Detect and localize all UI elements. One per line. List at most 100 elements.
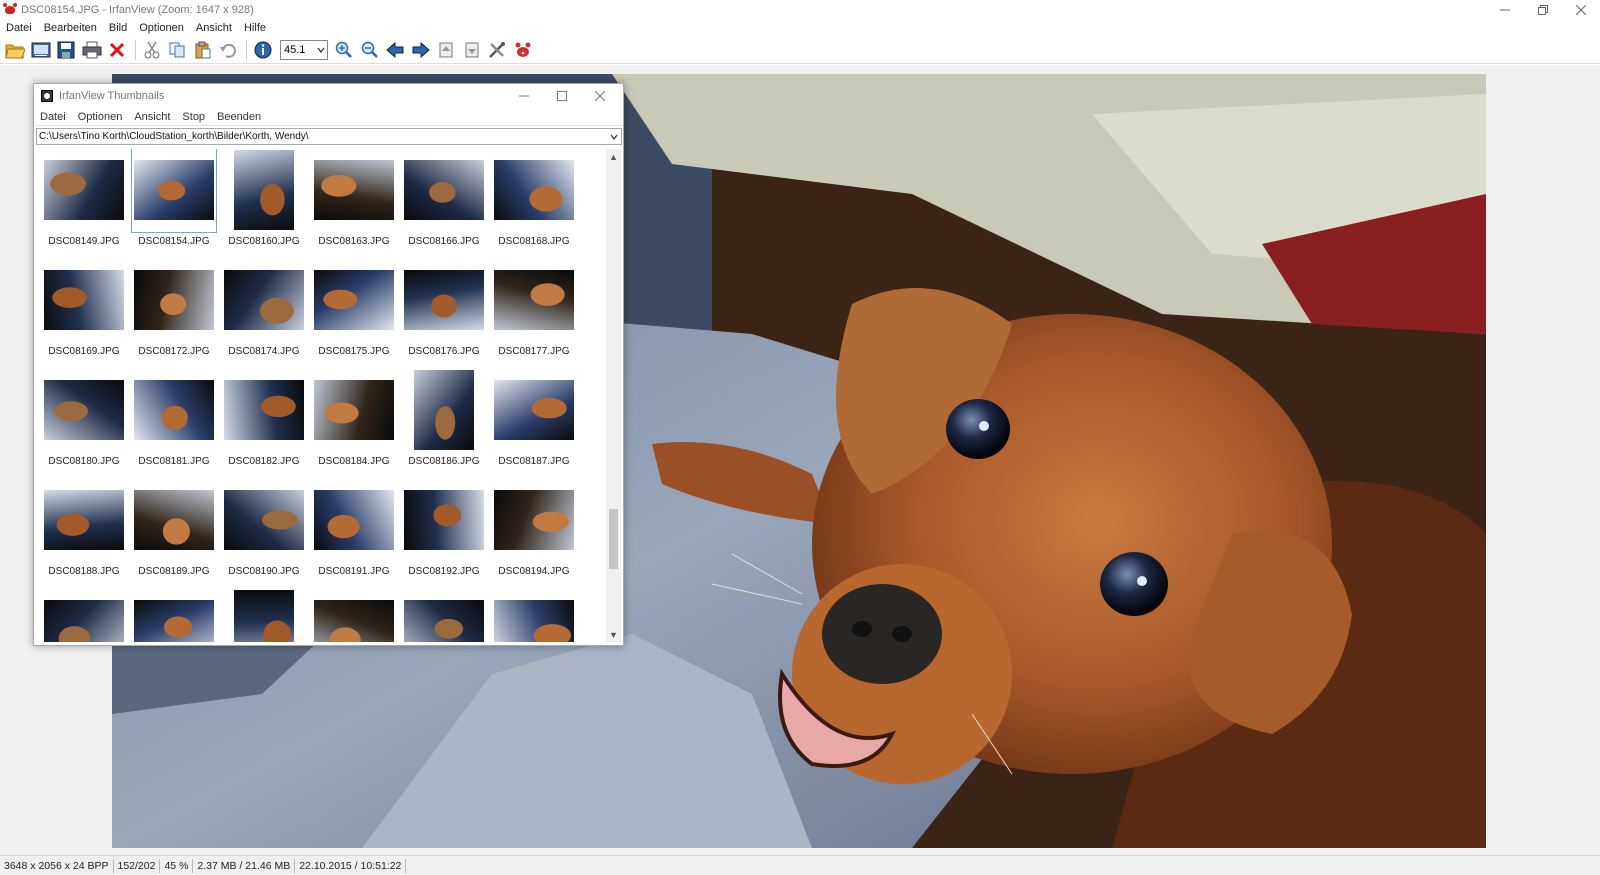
- thumbnail-frame: [224, 370, 304, 450]
- thumbnails-menu-beenden[interactable]: Beenden: [217, 111, 261, 123]
- first-page-button[interactable]: [434, 38, 458, 62]
- thumbnail-item[interactable]: DSC08180.JPG: [40, 370, 126, 480]
- thumbnail-item[interactable]: DSC08149.JPG: [40, 150, 126, 260]
- thumbnail-item[interactable]: DSC08177.JPG: [490, 260, 576, 370]
- zoom-in-button[interactable]: [332, 38, 356, 62]
- thumbnails-menu-ansicht[interactable]: Ansicht: [134, 111, 170, 123]
- settings-button[interactable]: [485, 38, 509, 62]
- zoom-out-button[interactable]: [358, 38, 382, 62]
- thumbnail-image: [314, 270, 394, 330]
- thumbnail-label: DSC08184.JPG: [318, 456, 390, 467]
- thumbnail-grid[interactable]: DSC08149.JPG DSC08154.JPG DSC08160.JPG DSC0…: [36, 149, 604, 642]
- thumbnail-item[interactable]: DSC08184.JPG: [310, 370, 396, 480]
- thumbnail-item[interactable]: DSC08190.JPG: [220, 480, 306, 590]
- next-button[interactable]: [409, 38, 433, 62]
- thumbnail-item[interactable]: DSC08160.JPG: [220, 150, 306, 260]
- thumbnail-item[interactable]: [220, 590, 306, 642]
- thumbnail-label: DSC08177.JPG: [498, 346, 570, 357]
- thumbnail-frame: [314, 150, 394, 230]
- thumbnail-frame: [404, 590, 484, 642]
- thumbnail-item[interactable]: DSC08189.JPG: [130, 480, 216, 590]
- scroll-down-icon[interactable]: ▼: [606, 627, 621, 642]
- last-page-button[interactable]: [460, 38, 484, 62]
- thumbnails-maximize-button[interactable]: [543, 86, 581, 106]
- undo-button[interactable]: [216, 38, 240, 62]
- window-controls: [1486, 0, 1600, 20]
- thumbnail-label: DSC08180.JPG: [48, 456, 120, 467]
- zoom-combobox[interactable]: 45.1: [280, 39, 328, 60]
- menu-bild[interactable]: Bild: [109, 22, 127, 34]
- save-button[interactable]: [54, 38, 78, 62]
- thumbnail-image: [44, 600, 124, 642]
- info-button[interactable]: [251, 38, 275, 62]
- menu-ansicht[interactable]: Ansicht: [196, 22, 232, 34]
- minimize-button[interactable]: [1486, 0, 1524, 20]
- delete-button[interactable]: [105, 38, 129, 62]
- menu-bearbeiten[interactable]: Bearbeiten: [44, 22, 97, 34]
- thumbnail-image: [494, 160, 574, 220]
- thumbnail-image: [134, 490, 214, 550]
- thumbnail-image: [494, 490, 574, 550]
- previous-button[interactable]: [383, 38, 407, 62]
- thumbnail-item[interactable]: DSC08174.JPG: [220, 260, 306, 370]
- thumbnail-item[interactable]: DSC08182.JPG: [220, 370, 306, 480]
- thumbnail-image: [134, 600, 214, 642]
- thumbnail-item[interactable]: DSC08168.JPG: [490, 150, 576, 260]
- scrollbar-thumb[interactable]: [609, 509, 618, 569]
- close-button[interactable]: [1562, 0, 1600, 20]
- thumbnail-item[interactable]: DSC08154.JPG: [130, 149, 217, 260]
- thumbnail-label: DSC08174.JPG: [228, 346, 300, 357]
- irfanview-button[interactable]: [511, 38, 535, 62]
- thumbnails-minimize-button[interactable]: [505, 86, 543, 106]
- thumbnail-image: [494, 270, 574, 330]
- last-page-icon: [465, 42, 478, 57]
- folder-path-combobox[interactable]: C:\Users\Tino Korth\CloudStation_korth\B…: [36, 128, 622, 145]
- scroll-up-icon[interactable]: ▲: [606, 149, 621, 164]
- thumbnail-item[interactable]: [310, 590, 396, 642]
- thumbnail-item[interactable]: DSC08186.JPG: [400, 370, 486, 480]
- thumbnail-image: [44, 380, 124, 440]
- thumbnail-item[interactable]: DSC08163.JPG: [310, 150, 396, 260]
- thumbnail-item[interactable]: DSC08172.JPG: [130, 260, 216, 370]
- thumbnail-frame: [224, 590, 304, 642]
- thumbnail-item[interactable]: DSC08188.JPG: [40, 480, 126, 590]
- print-button[interactable]: [80, 38, 104, 62]
- thumbnail-item[interactable]: DSC08169.JPG: [40, 260, 126, 370]
- thumbnail-item[interactable]: DSC08187.JPG: [490, 370, 576, 480]
- save-icon: [57, 41, 75, 58]
- thumbnail-item[interactable]: DSC08192.JPG: [400, 480, 486, 590]
- thumbnail-item[interactable]: DSC08166.JPG: [400, 150, 486, 260]
- thumbnail-item[interactable]: [490, 590, 576, 642]
- menu-hilfe[interactable]: Hilfe: [244, 22, 266, 34]
- thumbnails-menu-datei[interactable]: Datei: [40, 111, 66, 123]
- thumbnails-window[interactable]: IrfanView Thumbnails Datei Optionen Ansi…: [33, 83, 624, 646]
- thumbnail-item[interactable]: DSC08194.JPG: [490, 480, 576, 590]
- thumbnail-label: DSC08186.JPG: [408, 456, 480, 467]
- copy-button[interactable]: [165, 38, 189, 62]
- thumbnail-item[interactable]: [130, 590, 216, 642]
- status-datetime: 22.10.2015 / 10:51:22: [295, 858, 407, 873]
- slideshow-button[interactable]: [29, 38, 53, 62]
- thumbnail-frame: [404, 480, 484, 560]
- paste-button[interactable]: [191, 38, 215, 62]
- cut-button[interactable]: [140, 38, 164, 62]
- thumbnails-scrollbar[interactable]: ▲ ▼: [606, 149, 621, 642]
- thumbnails-menu-optionen[interactable]: Optionen: [78, 111, 123, 123]
- menu-bar: Datei Bearbeiten Bild Optionen Ansicht H…: [0, 20, 1600, 36]
- thumbnails-close-button[interactable]: [581, 86, 619, 106]
- menu-optionen[interactable]: Optionen: [139, 22, 184, 34]
- thumbnail-item[interactable]: DSC08176.JPG: [400, 260, 486, 370]
- status-dimensions: 3648 x 2056 x 24 BPP: [0, 858, 114, 873]
- thumbnail-item[interactable]: DSC08191.JPG: [310, 480, 396, 590]
- restore-button[interactable]: [1524, 0, 1562, 20]
- thumbnails-menu-stop[interactable]: Stop: [182, 111, 205, 123]
- menu-datei[interactable]: Datei: [6, 22, 32, 34]
- thumbnail-item[interactable]: [40, 590, 126, 642]
- open-button[interactable]: [3, 38, 27, 62]
- thumbnail-frame: [314, 480, 394, 560]
- status-bar: 3648 x 2056 x 24 BPP 152/202 45 % 2.37 M…: [0, 855, 1600, 875]
- thumbnail-item[interactable]: DSC08175.JPG: [310, 260, 396, 370]
- thumbnail-item[interactable]: [400, 590, 486, 642]
- toolbar-separator: [245, 39, 247, 60]
- thumbnail-item[interactable]: DSC08181.JPG: [130, 370, 216, 480]
